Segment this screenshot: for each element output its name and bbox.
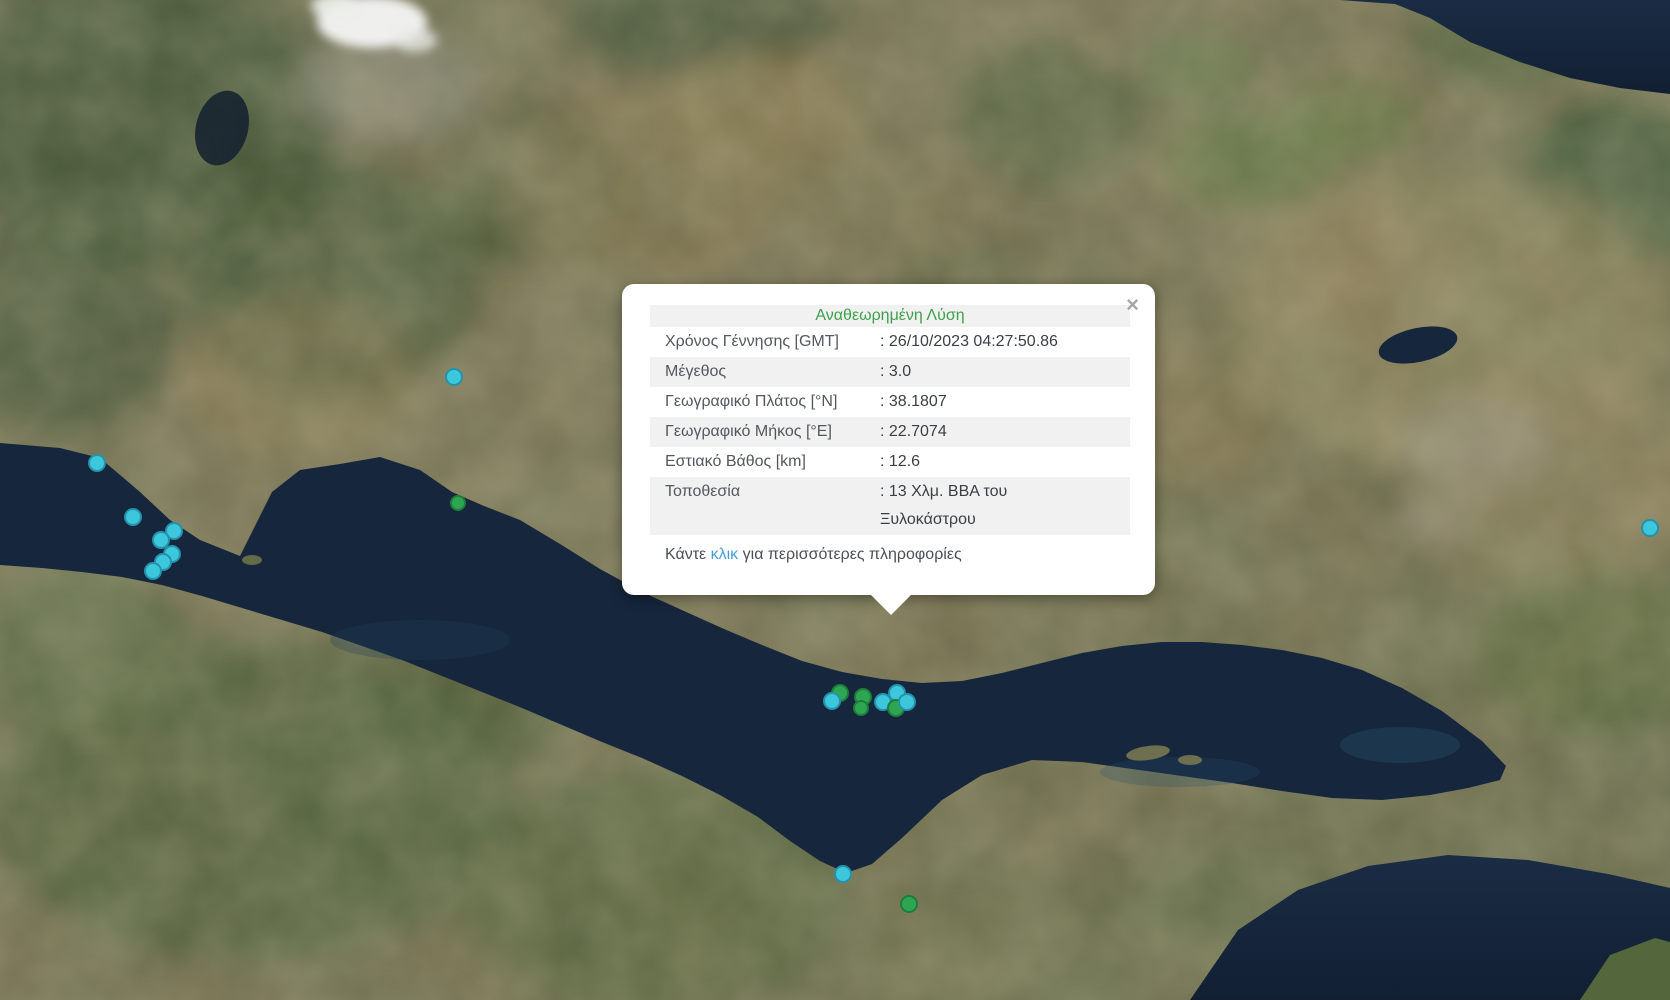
- earthquake-marker[interactable]: [901, 896, 917, 912]
- islet: [1178, 755, 1202, 765]
- footer-text: για περισσότερες πληροφορίες: [738, 546, 962, 563]
- row-label: Γεωγραφικό Πλάτος [°N]: [650, 387, 880, 417]
- row-location: Τοποθεσία : 13 Χλμ. ΒΒΑ του Ξυλοκάστρου: [650, 477, 1130, 535]
- satellite-map[interactable]: × Αναθεωρημένη Λύση Χρόνος Γέννησης [GMT…: [0, 0, 1670, 1000]
- row-value: : 13 Χλμ. ΒΒΑ του Ξυλοκάστρου: [880, 477, 1130, 535]
- earthquake-popup: × Αναθεωρημένη Λύση Χρόνος Γέννησης [GMT…: [622, 284, 1155, 595]
- row-value: : 22.7074: [880, 417, 1130, 447]
- shallow-water: [330, 620, 510, 660]
- row-value: : 38.1807: [880, 387, 1130, 417]
- earthquake-marker[interactable]: [899, 694, 915, 710]
- row-latitude: Γεωγραφικό Πλάτος [°N] : 38.1807: [650, 387, 1130, 417]
- earthquake-marker[interactable]: [854, 701, 868, 715]
- row-depth: Εστιακό Βάθος [km] : 12.6: [650, 447, 1130, 477]
- row-origin-time: Χρόνος Γέννησης [GMT] : 26/10/2023 04:27…: [650, 327, 1130, 357]
- earthquake-marker[interactable]: [153, 532, 169, 548]
- row-value: : 12.6: [880, 447, 1130, 477]
- row-label: Μέγεθος: [650, 357, 880, 387]
- more-info-link[interactable]: κλικ: [711, 546, 739, 563]
- popup-footer: Κάντε κλικ για περισσότερες πληροφορίες: [650, 541, 1130, 569]
- popup-title: Αναθεωρημένη Λύση: [650, 305, 1130, 327]
- popup-close-button[interactable]: ×: [1126, 294, 1139, 316]
- earthquake-marker[interactable]: [835, 866, 851, 882]
- islet: [242, 555, 262, 565]
- row-label: Τοποθεσία: [650, 477, 880, 535]
- earthquake-marker[interactable]: [451, 496, 465, 510]
- footer-text: Κάντε: [665, 546, 711, 563]
- earthquake-marker[interactable]: [1642, 520, 1658, 536]
- row-value: : 26/10/2023 04:27:50.86: [880, 327, 1130, 357]
- row-label: Εστιακό Βάθος [km]: [650, 447, 880, 477]
- row-longitude: Γεωγραφικό Μήκος [°E] : 22.7074: [650, 417, 1130, 447]
- earthquake-marker[interactable]: [145, 563, 161, 579]
- shallow-water: [1340, 727, 1460, 763]
- earthquake-marker[interactable]: [446, 369, 462, 385]
- popup-tail: [870, 594, 912, 615]
- earthquake-marker[interactable]: [824, 693, 840, 709]
- row-label: Χρόνος Γέννησης [GMT]: [650, 327, 880, 357]
- earthquake-marker[interactable]: [125, 509, 141, 525]
- earthquake-marker[interactable]: [89, 455, 105, 471]
- row-magnitude: Μέγεθος : 3.0: [650, 357, 1130, 387]
- row-label: Γεωγραφικό Μήκος [°E]: [650, 417, 880, 447]
- row-value: : 3.0: [880, 357, 1130, 387]
